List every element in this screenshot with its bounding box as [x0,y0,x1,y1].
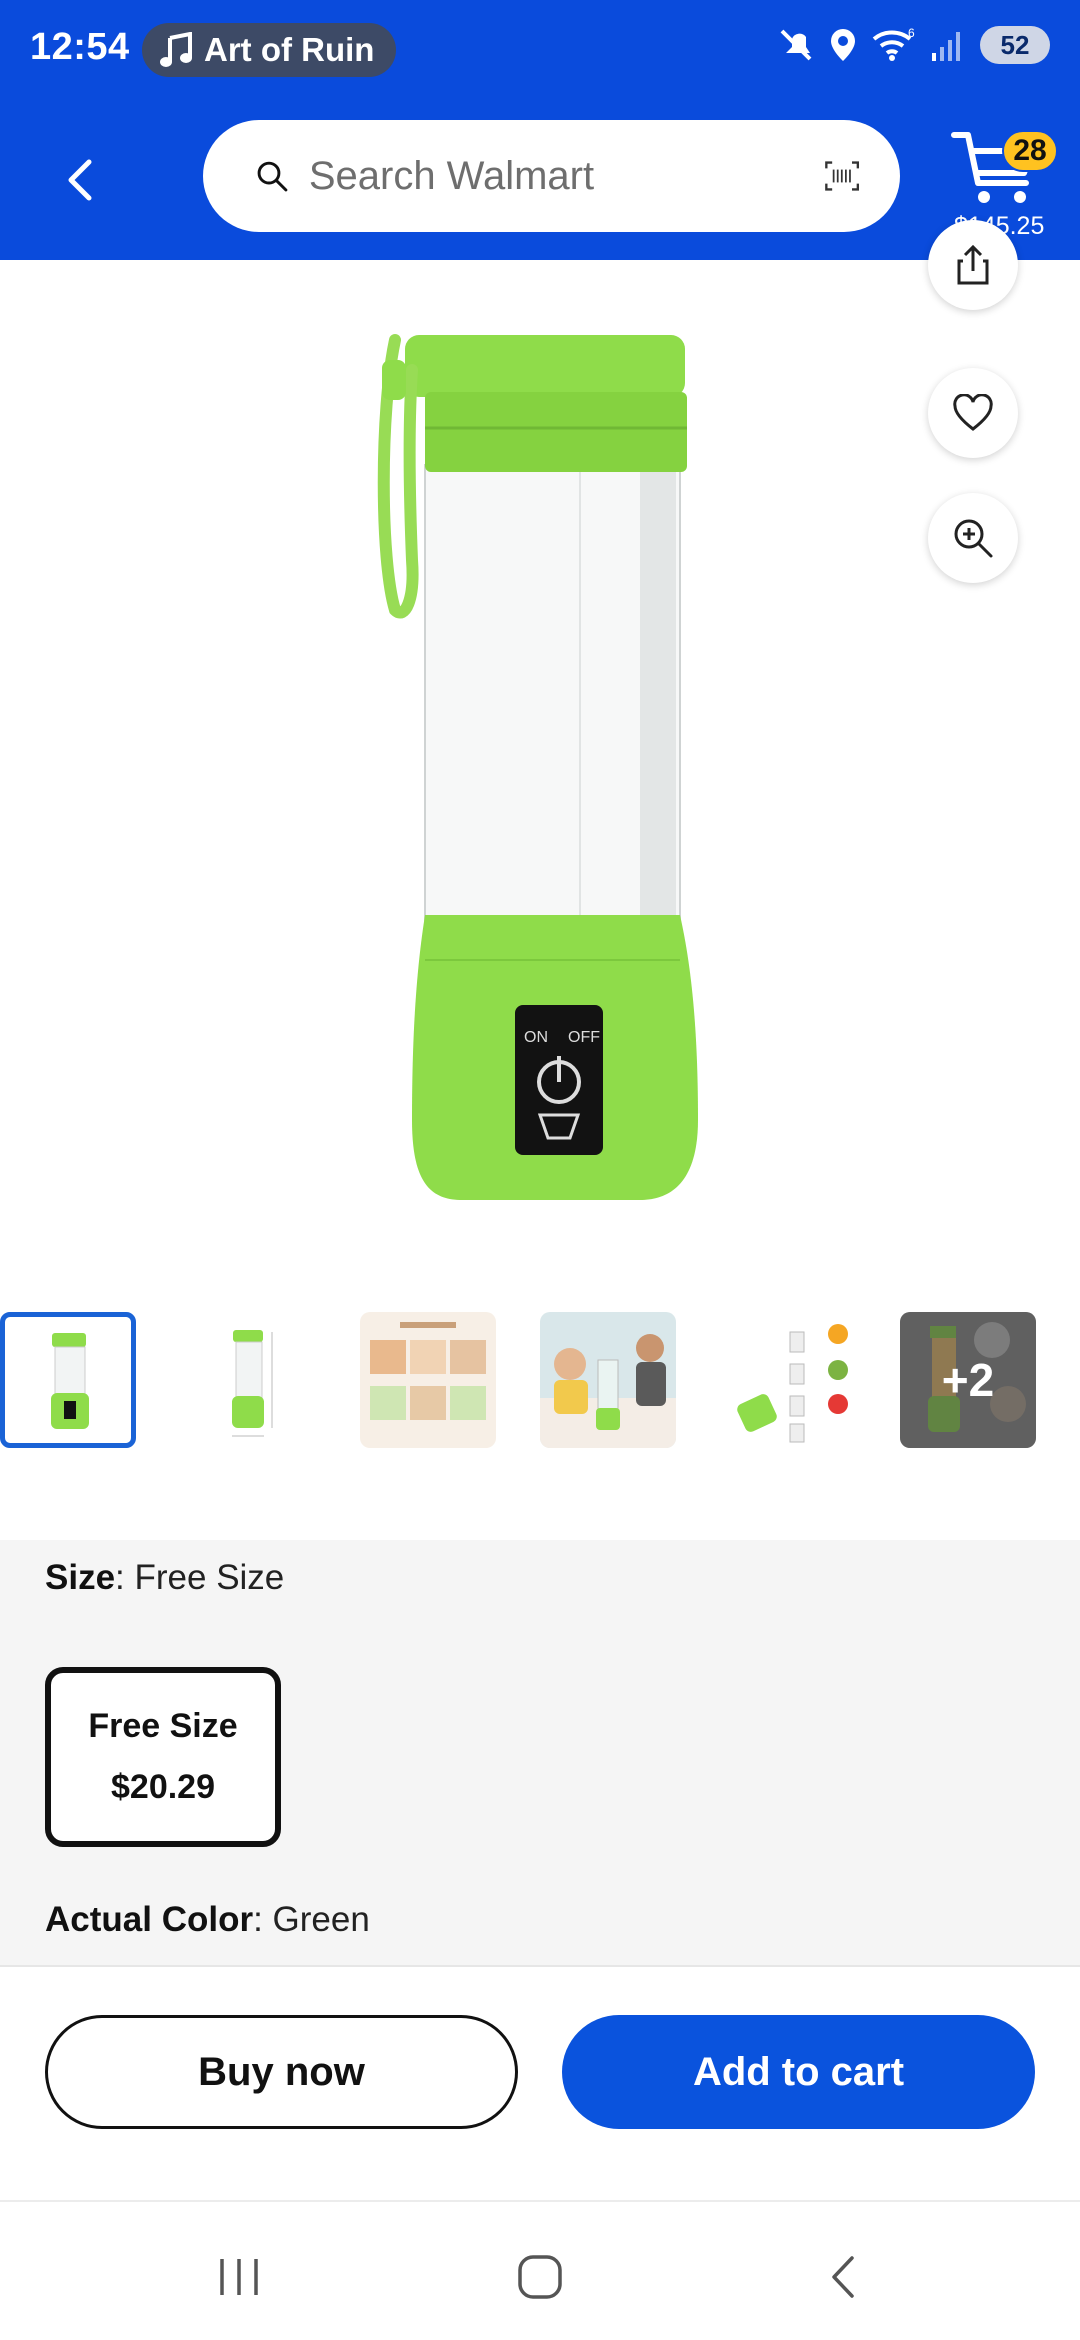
product-image[interactable]: ON OFF [0,220,1080,1270]
size-separator: : [115,1558,135,1597]
search-bar[interactable] [203,120,900,232]
signal-icon [932,32,960,61]
home-icon [518,2255,562,2299]
thumbnail-6[interactable]: +2 [900,1312,1036,1448]
back-arrow-icon [832,2256,854,2298]
color-label: Actual Color [45,1900,254,1939]
wifi-icon: 6 [872,27,915,61]
status-bar: 12:54 Art of Ruin 6 52 [0,0,1080,100]
app-header: 12:54 Art of Ruin 6 52 Search Walmart 28… [0,0,1080,260]
status-icons: 6 52 [778,26,1050,64]
recent-apps-button[interactable] [204,2242,274,2312]
battery-indicator: 52 [980,26,1050,64]
thumbnail-image [370,1322,486,1420]
thumbnail-image [737,1324,848,1443]
wifi-label: 6 [908,27,915,40]
color-summary: Actual Color: Green [45,1900,370,1940]
search-icon [257,161,288,192]
blender-illustration: ON OFF [377,334,698,1200]
size-option-price: $20.29 [111,1768,215,1806]
size-option-card[interactable]: Free Size $20.29 [45,1667,281,1847]
location-icon [831,29,855,61]
media-title: Art of Ruin [204,31,375,68]
zoom-in-icon [954,519,993,558]
barcode-scanner-icon[interactable] [824,149,860,203]
share-button[interactable] [928,220,1018,310]
home-button[interactable] [505,2242,575,2312]
thumbnail-3[interactable] [360,1312,496,1448]
favorite-button[interactable] [928,368,1018,458]
back-button[interactable] [50,150,110,210]
size-summary: Size: Free Size [45,1558,284,1598]
thumbnail-image [232,1330,273,1437]
thumbnail-1[interactable] [0,1312,136,1448]
color-separator: : [253,1900,273,1939]
add-to-cart-button[interactable]: Add to cart [562,2015,1035,2129]
mute-icon [780,29,812,61]
svg-text:OFF: OFF [568,1029,600,1046]
size-label: Size [45,1558,116,1597]
purchase-actions: Buy now Add to cart [0,1965,1080,2200]
system-navigation-bar [0,2200,1080,2340]
thumbnail-image [540,1334,676,1448]
variant-options: Size: Free Size Free Size $20.29 Actual … [0,1540,1080,1965]
color-value: Green [272,1900,370,1939]
thumbnail-image [51,1333,89,1429]
zoom-button[interactable] [928,493,1018,583]
buy-now-button[interactable]: Buy now [45,2015,518,2129]
size-value: Free Size [134,1558,285,1597]
music-note-icon [160,32,192,67]
search-input[interactable] [308,153,824,199]
svg-text:ON: ON [524,1029,548,1046]
more-images-overlay: +2 [900,1312,1036,1448]
share-icon [957,244,989,285]
size-option-name: Free Size [88,1707,238,1745]
thumbnail-5[interactable] [720,1312,856,1448]
thumbnail-2[interactable] [180,1312,316,1448]
heart-icon [953,394,993,431]
thumbnail-4[interactable] [540,1312,676,1448]
status-time: 12:54 [30,26,130,68]
thumbnail-strip: +2 [0,1312,1080,1452]
chevron-left-icon [68,159,92,201]
cart-count-badge: 28 [1002,130,1058,172]
media-indicator[interactable]: Art of Ruin [142,23,397,77]
nav-back-button[interactable] [808,2242,878,2312]
recent-apps-icon [220,2259,258,2295]
